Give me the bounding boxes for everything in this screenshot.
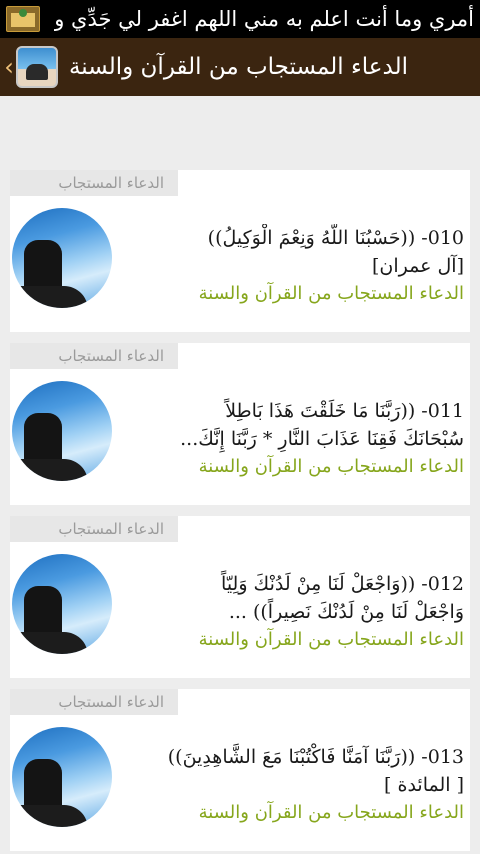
dua-source-label: الدعاء المستجاب من القرآن والسنة <box>198 283 464 304</box>
card-category-label: الدعاء المستجاب <box>10 343 178 369</box>
list-item[interactable]: الدعاء المستجاب 011- ((رَبَّنَا مَا خَلَ… <box>10 343 470 505</box>
dua-text-line: 010- ((حَسْبُنَا اللَّهُ وَنِعْمَ الْوَك… <box>207 227 464 249</box>
card-body: 012- ((وَاجْعَلْ لَنَا مِنْ لَدُنْكَ وَل… <box>118 570 464 654</box>
dua-text-line: [آل عمران] <box>372 255 464 277</box>
card-category-label: الدعاء المستجاب <box>10 689 178 715</box>
chevron-left-icon[interactable]: ‹ <box>2 52 16 82</box>
dua-text-line: وَاجْعَلْ لَنَا مِنْ لَدُنْكَ نَصِيراً))… <box>228 601 464 623</box>
status-notification-text: أمري وما أنت اعلم به مني اللهم اغفر لي ج… <box>54 7 474 31</box>
praying-person-thumbnail <box>12 727 112 827</box>
list-item[interactable]: الدعاء المستجاب 010- ((حَسْبُنَا اللَّهُ… <box>10 170 470 332</box>
page-title: الدعاء المستجاب من القرآن والسنة <box>68 54 408 80</box>
card-body: 010- ((حَسْبُنَا اللَّهُ وَنِعْمَ الْوَك… <box>118 224 464 308</box>
dua-text-line: [ المائدة ] <box>384 774 464 796</box>
status-bar: أمري وما أنت اعلم به مني اللهم اغفر لي ج… <box>0 0 480 38</box>
action-bar: ‹ الدعاء المستجاب من القرآن والسنة <box>0 38 480 96</box>
praying-person-thumbnail <box>12 554 112 654</box>
app-notification-icon <box>6 6 40 32</box>
card-body: 013- ((رَبَّنَا آمَنَّا فَاكْتُبْنَا مَع… <box>118 743 464 827</box>
dua-source-label: الدعاء المستجاب من القرآن والسنة <box>198 456 464 477</box>
list-item[interactable]: الدعاء المستجاب 013- ((رَبَّنَا آمَنَّا … <box>10 689 470 851</box>
dua-text-line: سُبْحَانَكَ فَقِنَا عَذَابَ النَّارِ * ر… <box>180 428 464 450</box>
card-category-label: الدعاء المستجاب <box>10 516 178 542</box>
card-category-label: الدعاء المستجاب <box>10 170 178 196</box>
praying-person-thumbnail <box>12 208 112 308</box>
dua-source-label: الدعاء المستجاب من القرآن والسنة <box>198 629 464 650</box>
dua-text-line: 012- ((وَاجْعَلْ لَنَا مِنْ لَدُنْكَ وَل… <box>221 573 464 595</box>
card-body: 011- ((رَبَّنَا مَا خَلَقْتَ هَذَا بَاطِ… <box>118 397 464 481</box>
dua-text-line: 011- ((رَبَّنَا مَا خَلَقْتَ هَذَا بَاطِ… <box>225 400 464 422</box>
list-item[interactable]: الدعاء المستجاب 012- ((وَاجْعَلْ لَنَا م… <box>10 516 470 678</box>
praying-person-thumbnail <box>12 381 112 481</box>
app-logo-icon[interactable] <box>16 46 58 88</box>
dua-text-line: 013- ((رَبَّنَا آمَنَّا فَاكْتُبْنَا مَع… <box>167 746 464 768</box>
dua-source-label: الدعاء المستجاب من القرآن والسنة <box>198 802 464 823</box>
